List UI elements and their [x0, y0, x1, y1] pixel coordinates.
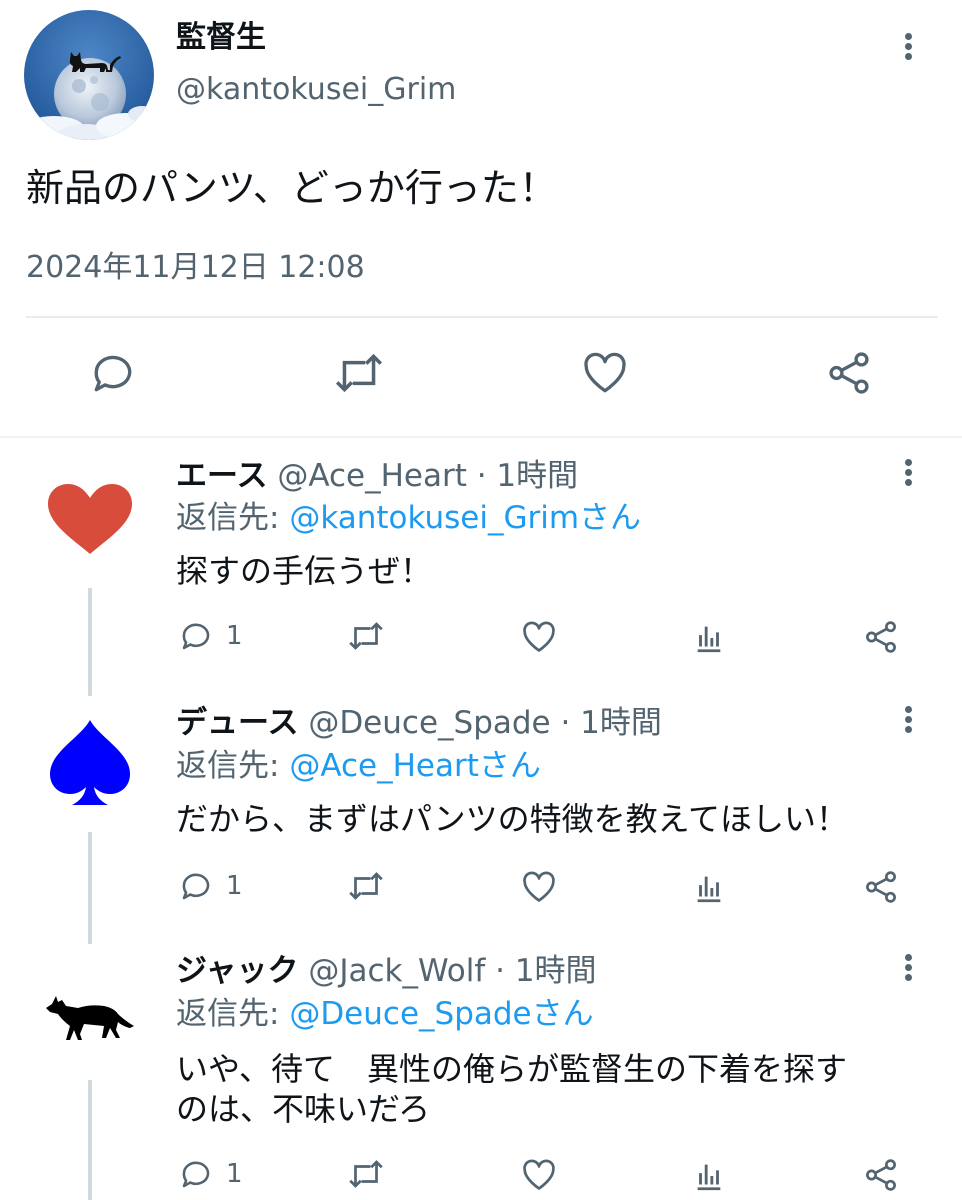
thread-line: [88, 588, 92, 696]
reply-header[interactable]: ジャック @Jack_Wolf · 1時間: [176, 951, 597, 991]
reply-meta: @Ace_Heart · 1時間: [277, 458, 579, 494]
more-options-icon[interactable]: [896, 456, 920, 496]
like-button[interactable]: [520, 1156, 558, 1194]
reply-to-line: 返信先: @Deuce_Spadeさん: [176, 994, 594, 1034]
reply-count: 1: [226, 621, 243, 651]
reply-icon: [94, 355, 132, 392]
reply-text: 探すの手伝うぜ！: [176, 552, 433, 590]
reply-header[interactable]: エース @Ace_Heart · 1時間: [176, 456, 578, 496]
retweet-icon: [349, 622, 383, 650]
reply-button[interactable]: 1: [178, 868, 243, 904]
reply-to-label: 返信先:: [176, 996, 290, 1032]
like-icon: [523, 1159, 555, 1190]
analytics-button[interactable]: [692, 620, 726, 656]
reply-display-name[interactable]: ジャック: [176, 953, 298, 989]
reply-to-label: 返信先:: [176, 500, 290, 536]
moon-cat-avatar-image: [24, 10, 154, 140]
retweet-icon: [335, 353, 383, 393]
share-icon: [829, 352, 869, 394]
avatar[interactable]: [46, 718, 134, 808]
like-icon: [584, 352, 626, 393]
reply-icon: [182, 873, 210, 900]
reply-to-line: 返信先: @Ace_Heartさん: [176, 746, 541, 786]
retweet-button[interactable]: [346, 618, 386, 654]
reply-count: 1: [226, 1159, 243, 1189]
share-button[interactable]: [862, 868, 900, 906]
analytics-icon: [697, 626, 721, 653]
like-button[interactable]: [580, 348, 630, 398]
retweet-button[interactable]: [346, 868, 386, 904]
retweet-icon: [349, 872, 383, 900]
retweet-button[interactable]: [332, 348, 386, 398]
reply-to-mention[interactable]: @Ace_Heartさん: [289, 748, 541, 784]
reply-to-label: 返信先:: [176, 748, 290, 784]
retweet-button[interactable]: [346, 1156, 386, 1192]
retweet-icon: [349, 1160, 383, 1188]
reply-display-name[interactable]: デュース: [176, 705, 298, 741]
author-display-name[interactable]: 監督生: [176, 18, 266, 58]
like-button[interactable]: [520, 868, 558, 906]
reply-button[interactable]: [88, 348, 138, 398]
share-icon: [866, 871, 896, 903]
reply-button[interactable]: 1: [178, 1156, 243, 1192]
reply-meta: @Jack_Wolf · 1時間: [308, 953, 597, 989]
avatar[interactable]: [44, 480, 136, 560]
reply-display-name[interactable]: エース: [176, 458, 267, 494]
reply-icon: [182, 1161, 210, 1188]
avatar[interactable]: [44, 986, 136, 1042]
reply-to-mention[interactable]: @Deuce_Spadeさん: [289, 996, 593, 1032]
more-options-icon[interactable]: [896, 951, 920, 991]
wolf-avatar-icon: [46, 996, 134, 1040]
analytics-button[interactable]: [692, 1158, 726, 1194]
more-options-icon[interactable]: [896, 30, 920, 70]
reply-text-line-1: いや、待て 異性の俺らが監督生の下着を探す: [176, 1050, 848, 1088]
reply-text-line-2: のは、不味いだろ: [176, 1090, 431, 1128]
like-button[interactable]: [520, 618, 558, 656]
tweet-timestamp[interactable]: 2024年11月12日 12:08: [26, 246, 365, 290]
heart-avatar-icon: [48, 484, 132, 554]
reply-button[interactable]: 1: [178, 618, 243, 654]
reply-count: 1: [226, 871, 243, 901]
profile-avatar[interactable]: [24, 10, 154, 140]
thread-line: [88, 832, 92, 944]
share-button[interactable]: [862, 1156, 900, 1194]
tweet-text: 新品のパンツ、どっか行った！: [26, 166, 557, 210]
spade-avatar-icon: [50, 720, 130, 805]
reply-header[interactable]: デュース @Deuce_Spade · 1時間: [176, 703, 662, 743]
share-button[interactable]: [824, 348, 874, 398]
share-icon: [866, 1159, 896, 1191]
like-icon: [523, 871, 555, 902]
share-icon: [866, 621, 896, 653]
analytics-icon: [697, 1164, 721, 1191]
author-handle[interactable]: @kantokusei_Grim: [176, 70, 456, 110]
divider: [26, 316, 938, 318]
reply-to-line: 返信先: @kantokusei_Grimさん: [176, 498, 641, 538]
reply-icon: [182, 623, 210, 650]
like-icon: [523, 621, 555, 652]
reply-text: だから、まずはパンツの特徴を教えてほしい！: [176, 800, 849, 838]
reply-meta: @Deuce_Spade · 1時間: [308, 705, 662, 741]
analytics-icon: [697, 876, 721, 903]
thread-line: [88, 1080, 92, 1200]
reply-to-mention[interactable]: @kantokusei_Grimさん: [289, 500, 641, 536]
analytics-button[interactable]: [692, 870, 726, 906]
more-options-icon[interactable]: [896, 703, 920, 743]
share-button[interactable]: [862, 618, 900, 656]
section-separator: [0, 436, 962, 438]
